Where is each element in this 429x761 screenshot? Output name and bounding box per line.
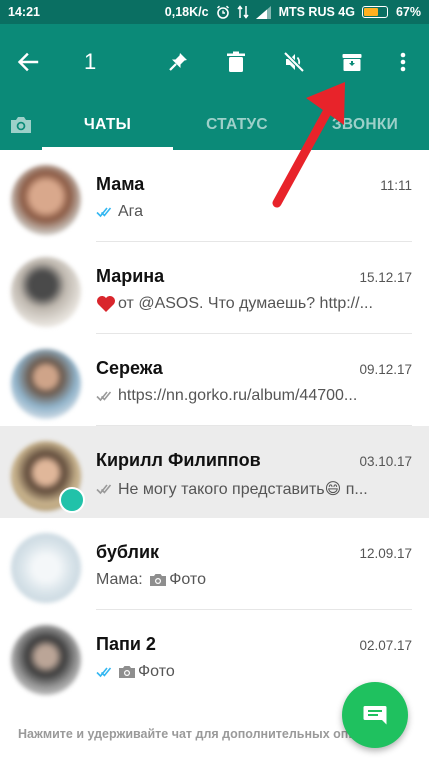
chat-name: Папи 2 <box>96 634 156 654</box>
new-chat-button[interactable] <box>342 682 408 748</box>
chat-row-kirill-selected[interactable]: Кирилл Филиппов 03.10.17 Не могу такого … <box>0 426 429 518</box>
more-options-icon[interactable] <box>381 24 425 100</box>
chat-date: 03.10.17 <box>359 454 412 469</box>
battery-icon <box>361 6 388 18</box>
chat-row-mama[interactable]: Мама 11:11 Ага <box>0 150 429 242</box>
pin-icon[interactable] <box>156 24 200 100</box>
mute-icon[interactable] <box>272 24 316 100</box>
battery-percent: 67% <box>395 5 421 19</box>
photo-icon <box>149 573 167 587</box>
chat-name: Сережа <box>96 358 163 378</box>
hint-text: Нажмите и удерживайте чат для дополнител… <box>18 727 372 741</box>
back-arrow-icon[interactable] <box>6 24 50 100</box>
signal-icon <box>255 5 272 19</box>
tab-calls-label: ЗВОНКИ <box>331 116 399 133</box>
avatar <box>11 165 81 235</box>
tab-calls[interactable]: ЗВОНКИ <box>301 100 429 150</box>
chat-name: Марина <box>96 266 165 286</box>
delete-icon[interactable] <box>214 24 258 100</box>
chat-date: 02.07.17 <box>359 638 412 653</box>
alarm-icon <box>216 5 230 19</box>
status-bar: 14:21 0,18K/c MTS RUS 4G 67% <box>0 0 429 24</box>
archive-icon[interactable] <box>330 24 374 100</box>
read-ticks-icon <box>96 666 116 678</box>
heart-icon <box>96 295 116 313</box>
chat-date: 12.09.17 <box>359 546 412 561</box>
selection-action-bar: 1 <box>0 24 429 100</box>
delivered-ticks-icon <box>96 483 116 495</box>
tab-status[interactable]: СТАТУС <box>173 100 301 150</box>
photo-icon <box>118 665 136 679</box>
avatar <box>11 625 81 695</box>
chat-preview: от @ASOS. Что думаешь? http://... <box>118 295 373 312</box>
chat-row-serezha[interactable]: Сережа 09.12.17 https://nn.gorko.ru/albu… <box>0 334 429 426</box>
selected-count: 1 <box>84 49 97 74</box>
chat-preview: Не могу такого представить😄 п... <box>118 481 368 498</box>
carrier-label: MTS RUS 4G <box>278 5 355 19</box>
tab-status-label: СТАТУС <box>206 116 268 133</box>
chat-name: Кирилл Филиппов <box>96 450 261 470</box>
status-time: 14:21 <box>8 5 40 19</box>
tab-camera[interactable] <box>0 100 42 150</box>
chat-preview: Ага <box>118 203 144 220</box>
tab-chats[interactable]: ЧАТЫ <box>42 100 173 150</box>
chat-preview: https://nn.gorko.ru/album/44700... <box>118 387 358 404</box>
chat-date: 11:11 <box>380 178 412 193</box>
avatar <box>11 533 81 603</box>
chat-date: 15.12.17 <box>359 270 412 285</box>
chat-preview: Фото <box>169 571 206 588</box>
avatar <box>11 349 81 419</box>
data-transfer-icon <box>236 5 249 19</box>
camera-icon <box>9 115 33 135</box>
tab-bar: ЧАТЫ СТАТУС ЗВОНКИ <box>0 100 429 150</box>
read-ticks-icon <box>96 206 116 218</box>
tab-chats-label: ЧАТЫ <box>83 116 132 133</box>
chat-date: 09.12.17 <box>359 362 412 377</box>
chat-preview: Фото <box>138 663 175 680</box>
network-speed: 0,18K/c <box>164 5 209 19</box>
chat-preview-sender: Мама: <box>96 571 148 588</box>
delivered-ticks-icon <box>96 390 116 402</box>
chat-name: бублик <box>96 542 160 562</box>
chat-row-bublik[interactable]: бублик 12.09.17 Мама: Фото <box>0 518 429 610</box>
selected-check-icon <box>59 487 85 513</box>
avatar <box>11 257 81 327</box>
chat-name: Мама <box>96 174 145 194</box>
new-chat-icon <box>362 704 388 726</box>
chat-row-marina[interactable]: Марина 15.12.17 от @ASOS. Что думаешь? h… <box>0 242 429 334</box>
chat-list: Мама 11:11 Ага Марина 15.12.17 от @ASOS.… <box>0 150 429 702</box>
